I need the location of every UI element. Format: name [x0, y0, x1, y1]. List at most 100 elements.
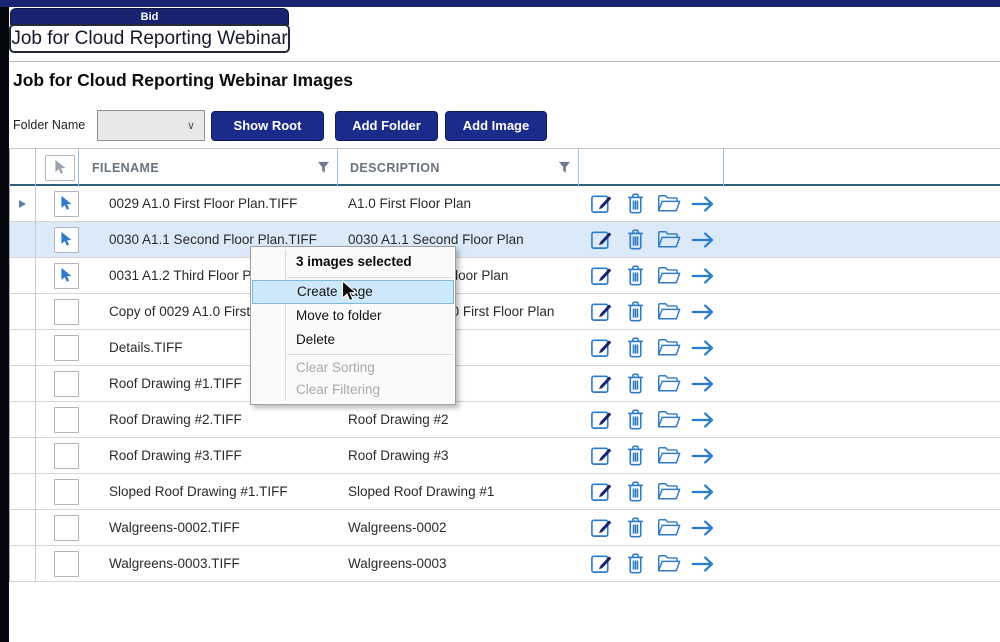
- edit-pencil-icon: [590, 192, 613, 215]
- job-tab-title[interactable]: Job for Cloud Reporting Webinar: [9, 24, 290, 53]
- edit-pencil-icon: [590, 552, 613, 575]
- folder-action-button[interactable]: [657, 300, 681, 324]
- row-select-checkbox[interactable]: [54, 443, 79, 469]
- edit-action-button[interactable]: [589, 552, 613, 576]
- open-action-button[interactable]: [691, 264, 715, 288]
- page-title: Job for Cloud Reporting Webinar Images: [13, 70, 353, 91]
- folder-action-button[interactable]: [657, 480, 681, 504]
- trash-icon: [625, 444, 646, 467]
- open-action-button[interactable]: [691, 516, 715, 540]
- select-column-header[interactable]: [36, 149, 79, 186]
- row-select-checkbox[interactable]: [54, 371, 79, 397]
- row-indicator: [10, 438, 36, 474]
- open-action-button[interactable]: [691, 336, 715, 360]
- edit-action-button[interactable]: [589, 480, 613, 504]
- arrow-right-icon: [691, 266, 715, 286]
- delete-action-button[interactable]: [623, 300, 647, 324]
- table-row[interactable]: Roof Drawing #2.TIFF Roof Drawing #2: [10, 402, 1000, 438]
- window-top-bar: [0, 0, 1000, 7]
- table-row[interactable]: Walgreens-0003.TIFF Walgreens-0003: [10, 546, 1000, 582]
- menu-item[interactable]: Delete: [251, 328, 455, 352]
- add-folder-button[interactable]: Add Folder: [335, 111, 438, 141]
- table-row[interactable]: Copy of 0029 A1.0 First Floor Plan.TIFF …: [10, 294, 1000, 330]
- folder-action-button[interactable]: [657, 228, 681, 252]
- row-filename: Walgreens-0003.TIFF: [79, 546, 338, 581]
- add-image-button[interactable]: Add Image: [445, 111, 547, 141]
- row-select-checkbox[interactable]: [54, 515, 79, 541]
- table-row[interactable]: Roof Drawing #1.TIFF Roof Drawing #1: [10, 366, 1000, 402]
- table-row[interactable]: Roof Drawing #3.TIFF Roof Drawing #3: [10, 438, 1000, 474]
- table-row[interactable]: Sloped Roof Drawing #1.TIFF Sloped Roof …: [10, 474, 1000, 510]
- folder-action-button[interactable]: [657, 372, 681, 396]
- edit-pencil-icon: [590, 372, 613, 395]
- edit-action-button[interactable]: [589, 300, 613, 324]
- edit-action-button[interactable]: [589, 192, 613, 216]
- select-all-box[interactable]: [45, 155, 75, 181]
- table-row[interactable]: 0031 A1.2 Third Floor Plan.TIFF 0031 A1.…: [10, 258, 1000, 294]
- delete-action-button[interactable]: [623, 372, 647, 396]
- open-action-button[interactable]: [691, 480, 715, 504]
- open-action-button[interactable]: [691, 552, 715, 576]
- job-tab[interactable]: Bid Job for Cloud Reporting Webinar: [9, 8, 290, 54]
- filter-funnel-icon[interactable]: [558, 161, 571, 174]
- edit-action-button[interactable]: [589, 516, 613, 540]
- show-root-folder-button[interactable]: Show Root Folder: [211, 111, 324, 141]
- delete-action-button[interactable]: [623, 228, 647, 252]
- row-select-checkbox[interactable]: [54, 479, 79, 505]
- menu-item-disabled: Clear Sorting: [251, 357, 455, 379]
- edit-action-button[interactable]: [589, 372, 613, 396]
- folder-action-button[interactable]: [657, 192, 681, 216]
- folder-action-button[interactable]: [657, 336, 681, 360]
- folder-action-button[interactable]: [657, 444, 681, 468]
- trash-icon: [625, 552, 646, 575]
- open-action-button[interactable]: [691, 300, 715, 324]
- filename-column-header[interactable]: FILENAME: [79, 149, 338, 186]
- delete-action-button[interactable]: [623, 552, 647, 576]
- filter-funnel-icon[interactable]: [317, 161, 330, 174]
- open-action-button[interactable]: [691, 372, 715, 396]
- edit-action-button[interactable]: [589, 228, 613, 252]
- open-action-button[interactable]: [691, 192, 715, 216]
- table-row[interactable]: 0029 A1.0 First Floor Plan.TIFF A1.0 Fir…: [10, 186, 1000, 222]
- delete-action-button[interactable]: [623, 408, 647, 432]
- arrow-right-icon: [691, 482, 715, 502]
- row-select-checkbox[interactable]: [54, 299, 79, 325]
- edit-action-button[interactable]: [589, 336, 613, 360]
- folder-action-button[interactable]: [657, 408, 681, 432]
- row-select-checkbox[interactable]: [54, 335, 79, 361]
- row-select-checkbox[interactable]: [54, 191, 79, 217]
- folder-action-button[interactable]: [657, 516, 681, 540]
- edit-action-button[interactable]: [589, 444, 613, 468]
- open-action-button[interactable]: [691, 228, 715, 252]
- folder-name-select[interactable]: ∨: [97, 110, 205, 141]
- table-row[interactable]: Details.TIFF Details: [10, 330, 1000, 366]
- folder-action-button[interactable]: [657, 552, 681, 576]
- edit-action-button[interactable]: [589, 408, 613, 432]
- delete-action-button[interactable]: [623, 444, 647, 468]
- table-row[interactable]: 0030 A1.1 Second Floor Plan.TIFF 0030 A1…: [10, 222, 1000, 258]
- grid-body: 0029 A1.0 First Floor Plan.TIFF A1.0 Fir…: [10, 186, 1000, 582]
- edit-action-button[interactable]: [589, 264, 613, 288]
- row-select-checkbox[interactable]: [54, 227, 79, 253]
- folder-action-button[interactable]: [657, 264, 681, 288]
- row-select-checkbox[interactable]: [54, 551, 79, 577]
- delete-action-button[interactable]: [623, 516, 647, 540]
- delete-action-button[interactable]: [623, 264, 647, 288]
- menu-item-disabled: Clear Filtering: [251, 379, 455, 401]
- panel-divider: [9, 61, 1000, 62]
- trash-icon: [625, 480, 646, 503]
- open-action-button[interactable]: [691, 444, 715, 468]
- open-action-button[interactable]: [691, 408, 715, 432]
- delete-action-button[interactable]: [623, 192, 647, 216]
- delete-action-button[interactable]: [623, 480, 647, 504]
- table-row[interactable]: Walgreens-0002.TIFF Walgreens-0002: [10, 510, 1000, 546]
- row-select-checkbox[interactable]: [54, 407, 79, 433]
- trash-icon: [625, 372, 646, 395]
- row-select-checkbox[interactable]: [54, 263, 79, 289]
- description-column-header[interactable]: DESCRIPTION: [338, 149, 579, 186]
- trash-icon: [625, 192, 646, 215]
- row-indicator: [10, 546, 36, 582]
- menu-item[interactable]: Move to folder: [251, 304, 455, 328]
- delete-action-button[interactable]: [623, 336, 647, 360]
- edit-pencil-icon: [590, 516, 613, 539]
